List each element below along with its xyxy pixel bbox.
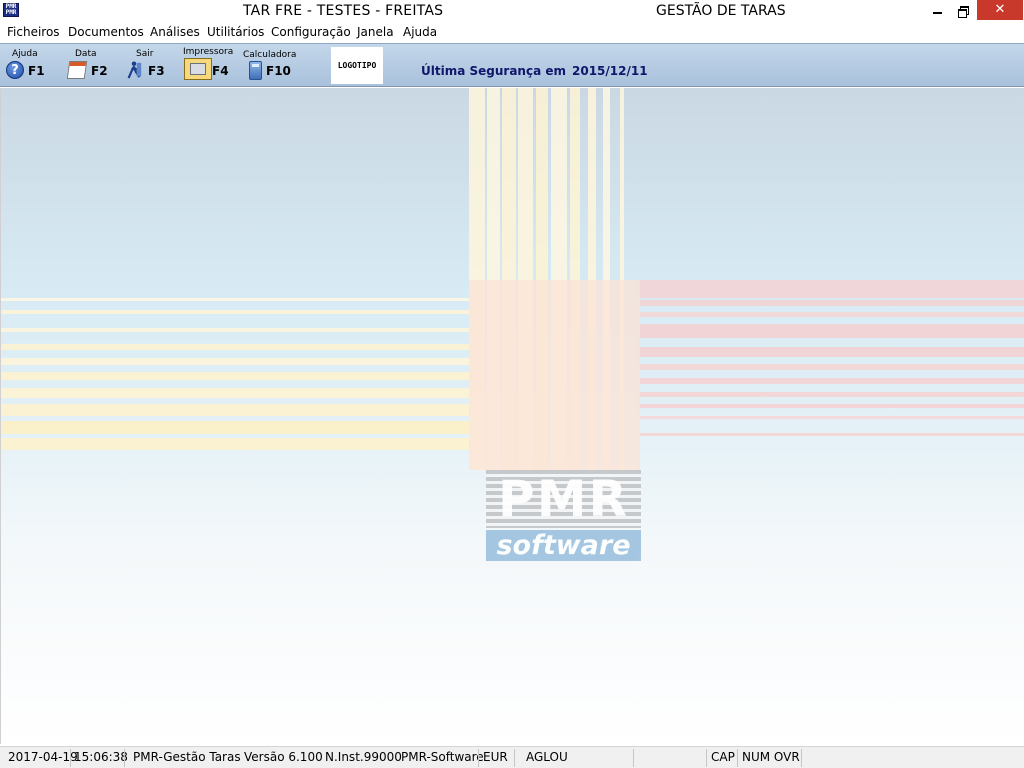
date-tool-key: F2 <box>91 64 108 78</box>
last-backup-info: Última Segurança em 2015/12/11 <box>421 64 648 78</box>
status-version: Versão 6.100 <box>244 750 323 764</box>
module-title: GESTÃO DE TARAS <box>656 3 786 19</box>
status-date: 2017-04-19 <box>8 750 78 764</box>
watermark-pink-block <box>469 280 1024 470</box>
menu-ajuda[interactable]: Ajuda <box>403 25 437 39</box>
title-bar: PMR PMR TAR FRE - TESTES - FREITAS GESTÃO… <box>0 0 1024 22</box>
close-button[interactable]: ✕ <box>977 0 1023 20</box>
date-tool-button[interactable]: Data F2 <box>66 44 110 86</box>
close-icon: ✕ <box>994 2 1006 17</box>
last-backup-date: 2015/12/11 <box>572 64 648 78</box>
menu-janela[interactable]: Janela <box>357 25 394 39</box>
status-num-ovr: NUM OVR <box>742 750 800 764</box>
restore-icon <box>957 5 969 18</box>
menu-configuracao[interactable]: Configuração <box>271 25 351 39</box>
calculator-tool-label: Calculadora <box>243 50 297 60</box>
date-tool-label: Data <box>75 49 97 59</box>
menu-utilitarios[interactable]: Utilitários <box>207 25 264 39</box>
printer-tool-label: Impressora <box>183 47 234 57</box>
help-tool-button[interactable]: Ajuda ? F1 <box>6 44 46 86</box>
status-vendor: PMR-Software <box>401 750 484 764</box>
status-user: AGLOU <box>526 750 568 764</box>
printer-tool-button[interactable]: Impressora F4 <box>182 44 234 86</box>
printer-icon-frame <box>184 58 212 80</box>
exit-tool-key: F3 <box>148 64 165 78</box>
window-title: TAR FRE - TESTES - FREITAS <box>243 3 444 19</box>
help-tool-label: Ajuda <box>12 49 38 59</box>
calendar-icon <box>66 61 88 79</box>
pmr-logo: PMR <box>486 470 641 528</box>
exit-tool-label: Sair <box>136 49 154 59</box>
toolbar: Ajuda ? F1 Data F2 Sair F3 Impressora F4… <box>0 43 1024 87</box>
status-caps-lock: CAP <box>711 750 735 764</box>
menu-analises[interactable]: Análises <box>150 25 200 39</box>
app-icon[interactable]: PMR PMR <box>3 3 19 17</box>
help-tool-key: F1 <box>28 64 45 78</box>
company-logo: LOGOTIPO <box>331 47 383 84</box>
calculator-tool-button[interactable]: Calculadora F10 <box>243 44 297 86</box>
calculator-icon <box>249 61 262 80</box>
calculator-tool-key: F10 <box>266 64 291 78</box>
minimize-icon <box>933 11 942 14</box>
restore-button[interactable] <box>948 0 977 20</box>
last-backup-label: Última Segurança em <box>421 64 566 78</box>
status-bar: 2017-04-19 15:06:38 PMR-Gestão Taras Ver… <box>0 746 1024 768</box>
status-installation: N.Inst.99000 <box>325 750 402 764</box>
status-time: 15:06:38 <box>74 750 128 764</box>
printer-icon <box>190 63 206 75</box>
status-product: PMR-Gestão Taras <box>133 750 241 764</box>
mdi-workspace: PMR software <box>0 88 1024 744</box>
menu-ficheiros[interactable]: Ficheiros <box>7 25 60 39</box>
status-currency: EUR <box>483 750 508 764</box>
exit-tool-button[interactable]: Sair F3 <box>125 44 167 86</box>
watermark-horizontal-left <box>1 298 470 450</box>
printer-tool-key: F4 <box>212 64 229 78</box>
help-icon: ? <box>6 61 24 79</box>
software-logo-text: software <box>486 530 641 561</box>
menu-documentos[interactable]: Documentos <box>68 25 144 39</box>
menu-bar: Ficheiros Documentos Análises Utilitário… <box>0 23 1024 43</box>
background-watermark <box>1 88 1024 470</box>
exit-person-icon <box>127 61 142 79</box>
